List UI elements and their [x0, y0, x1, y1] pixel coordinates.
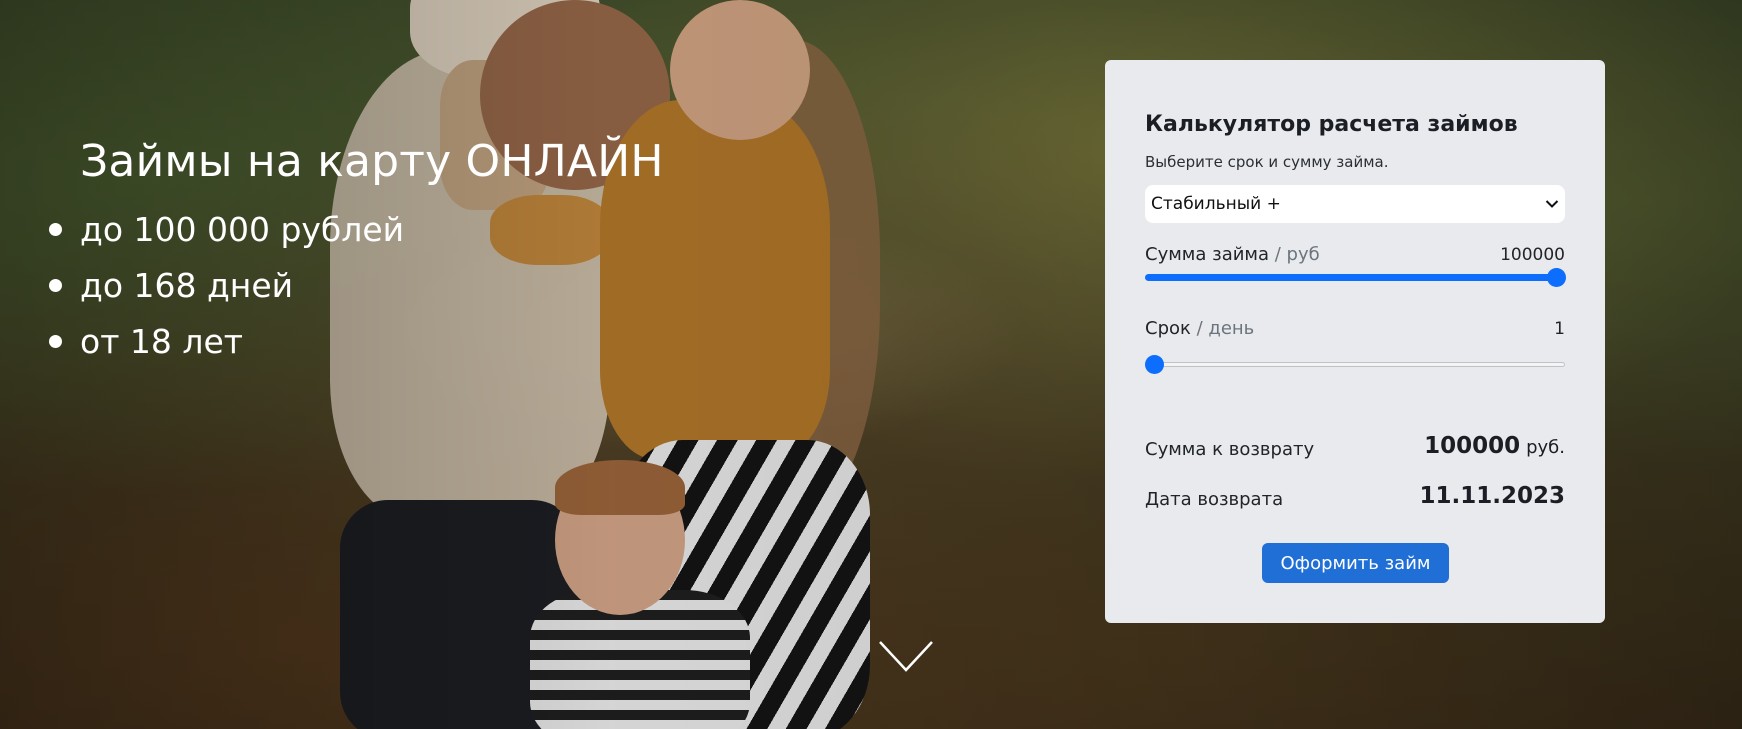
bullet-icon [49, 335, 62, 348]
feature-item: от 18 лет [49, 314, 664, 370]
apply-loan-button[interactable]: Оформить займ [1262, 543, 1449, 583]
slider-thumb[interactable] [1145, 355, 1164, 374]
calculator-subtitle: Выберите срок и сумму займа. [1145, 153, 1389, 171]
amount-label: Сумма займа / руб [1145, 244, 1320, 265]
loan-product-select[interactable]: Стабильный + [1145, 185, 1565, 223]
chevron-down-icon [1545, 200, 1559, 208]
feature-item: до 100 000 рублей [49, 202, 664, 258]
repay-amount-value: 100000 руб. [1424, 433, 1565, 459]
term-value: 1 [1554, 319, 1565, 339]
feature-item: до 168 дней [49, 258, 664, 314]
hero-headline: Займы на карту ОНЛАЙН до 100 000 рублей … [49, 130, 664, 370]
term-label-text: Срок [1145, 318, 1191, 339]
feature-text: до 100 000 рублей [80, 210, 405, 249]
repay-date-value: 11.11.2023 [1419, 483, 1565, 509]
bullet-icon [49, 279, 62, 292]
term-slider[interactable] [1145, 354, 1565, 374]
hero-section: Займы на карту ОНЛАЙН до 100 000 рублей … [0, 0, 1742, 729]
amount-unit: / руб [1269, 244, 1320, 265]
slider-thumb[interactable] [1547, 268, 1566, 287]
calculator-title: Калькулятор расчета займов [1145, 112, 1518, 137]
loan-calculator-card: Калькулятор расчета займов Выберите срок… [1105, 60, 1605, 623]
feature-text: до 168 дней [80, 266, 294, 305]
repay-date-text: 11.11.2023 [1419, 483, 1565, 509]
slider-fill [1145, 274, 1565, 281]
term-label: Срок / день [1145, 318, 1254, 339]
chevron-down-icon[interactable] [878, 640, 934, 674]
amount-label-text: Сумма займа [1145, 244, 1270, 265]
hero-title: Займы на карту ОНЛАЙН [80, 136, 664, 187]
slider-track [1145, 362, 1565, 367]
repay-amount-number: 100000 [1424, 433, 1521, 459]
amount-slider[interactable] [1145, 267, 1566, 287]
feature-list: до 100 000 рублей до 168 дней от 18 лет [49, 202, 664, 370]
amount-value: 100000 [1500, 245, 1565, 265]
repay-date-label: Дата возврата [1145, 489, 1284, 510]
loan-product-selected: Стабильный + [1151, 194, 1281, 214]
repay-amount-currency: руб. [1526, 437, 1565, 458]
bullet-icon [49, 223, 62, 236]
term-unit: / день [1190, 318, 1255, 339]
repay-amount-label: Сумма к возврату [1145, 439, 1315, 460]
feature-text: от 18 лет [80, 322, 244, 361]
